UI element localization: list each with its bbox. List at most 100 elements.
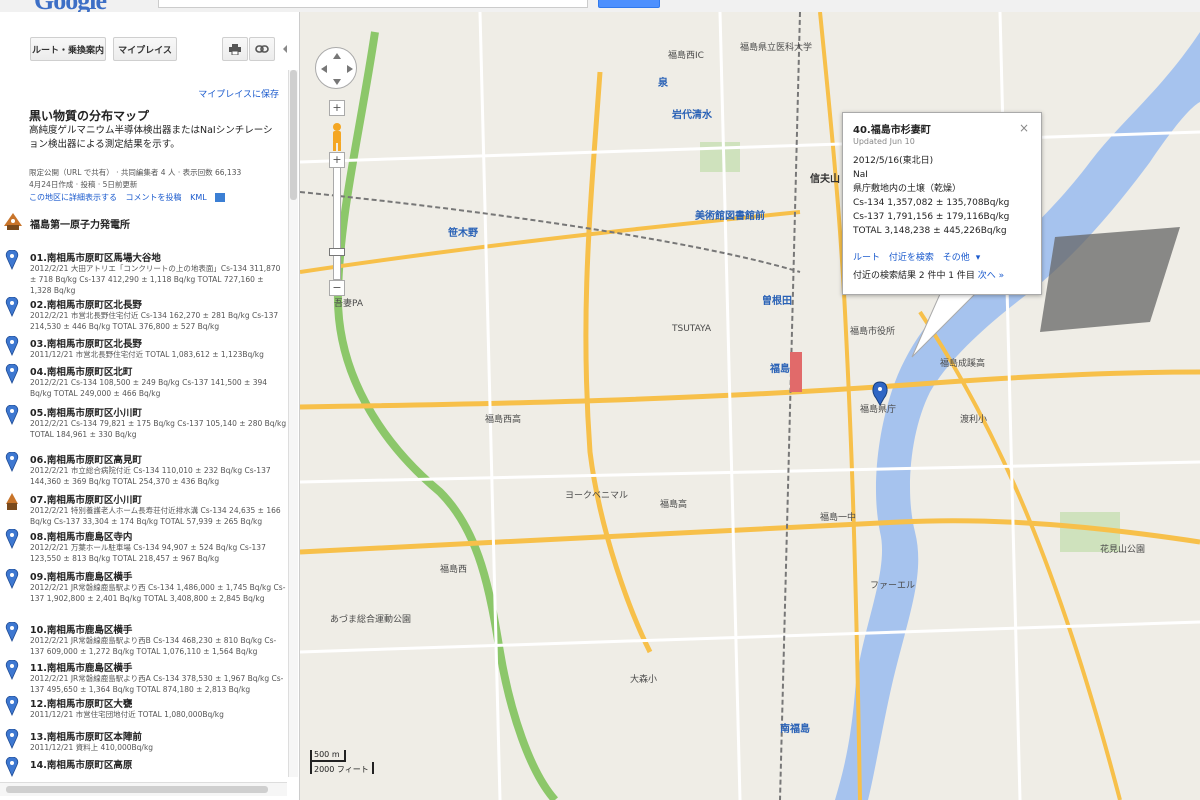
place-description: 2012/2/21 特別養護老人ホーム長寿荘付近排水溝 Cs-134 24,63… <box>30 506 281 526</box>
map-label: 渡利小 <box>960 415 988 425</box>
map-pin-icon <box>5 529 19 549</box>
collapse-sidebar-icon[interactable] <box>283 44 287 54</box>
map-label: ヨークベニマル <box>565 491 629 501</box>
place-title[interactable]: 01.南相馬市原町区馬場大谷地 <box>30 250 161 264</box>
power-plant-icon <box>4 213 22 230</box>
search-button[interactable] <box>598 0 660 8</box>
sidebar-horizontal-scrollbar[interactable] <box>0 782 287 796</box>
place-title[interactable]: 11.南相馬市鹿島区横手 <box>30 660 132 674</box>
place-title[interactable]: 07.南相馬市原町区小川町 <box>30 492 142 506</box>
close-icon[interactable]: × <box>1019 121 1029 135</box>
map-base <box>300 12 1200 800</box>
route-button[interactable]: ルート・乗換案内 <box>30 37 106 61</box>
print-button[interactable] <box>222 37 248 61</box>
list-item[interactable]: 05.南相馬市原町区小川町 2012/2/21 Cs-134 79,821 ± 1… <box>0 405 287 445</box>
place-title[interactable]: 06.南相馬市原町区高見町 <box>30 452 142 466</box>
infowindow-line: 2012/5/16(東北日) <box>853 156 934 166</box>
list-item[interactable]: 07.南相馬市原町区小川町 2012/2/21 特別養護老人ホーム長寿荘付近排水溝… <box>0 492 287 532</box>
pan-arrows-icon <box>321 53 353 85</box>
map-pin-icon <box>5 297 19 317</box>
list-item[interactable]: 02.南相馬市原町区北長野 2012/2/21 市営北長野住宅付近 Cs-134 … <box>0 297 287 337</box>
map-pin-icon <box>5 660 19 680</box>
map-pin-icon <box>5 569 19 589</box>
pan-control[interactable] <box>315 47 357 89</box>
list-item[interactable]: 14.南相馬市原町区高原 <box>0 757 287 777</box>
list-item[interactable]: 11.南相馬市鹿島区横手 2012/2/21 JR常磐線鹿島駅より西A Cs-13… <box>0 660 287 700</box>
road <box>918 310 1122 800</box>
map-label: 信夫山 <box>810 174 840 185</box>
map-pin-icon <box>5 696 19 716</box>
plant-list-item[interactable]: 福島第一原子力発電所 <box>0 212 287 236</box>
pegman-icon[interactable] <box>330 122 344 152</box>
zoom-in-small-button[interactable]: + <box>329 152 345 168</box>
sidebar-vertical-scrollbar[interactable] <box>288 70 298 777</box>
search-input[interactable] <box>158 0 588 8</box>
map-description: 高純度ゲルマニウム半導体検出器またはNaIシンチレーション検出器による測定結果を… <box>29 125 273 150</box>
place-description: 2012/2/21 Cs-134 79,821 ± 175 Bq/kg Cs-1… <box>30 419 287 439</box>
list-item[interactable]: 01.南相馬市原町区馬場大谷地 2012/2/21 大田アトリエ「コンクリートの上… <box>0 250 287 295</box>
horizontal-scrollbar-thumb[interactable] <box>6 786 268 793</box>
map-label: TSUTAYA <box>672 324 712 334</box>
kml-link[interactable]: KML <box>190 193 207 202</box>
map-pin-icon <box>5 729 19 749</box>
list-item[interactable]: 09.南相馬市鹿島区横手 2012/2/21 JR常磐線鹿島駅より西 Cs-134… <box>0 569 287 609</box>
map-pin-icon <box>5 364 19 384</box>
nearby-search-link[interactable]: 付近を検索 <box>889 253 934 263</box>
map-label: 福島 <box>770 364 790 375</box>
list-item[interactable]: 08.南相馬市鹿島区寺内 2012/2/21 万葉ホール駐車場 Cs-134 94… <box>0 529 287 569</box>
place-title[interactable]: 03.南相馬市原町区北長野 <box>30 336 142 350</box>
zoom-in-button[interactable]: + <box>329 100 345 116</box>
google-logo[interactable]: Google <box>34 0 107 12</box>
sidebar: ルート・乗換案内 マイプレイス マイプレイスに保存 黒い物質の分布マップ 高純度… <box>0 12 300 800</box>
infowindow-updated: Updated Jun 10 <box>853 137 915 146</box>
road <box>583 71 653 654</box>
place-title[interactable]: 13.南相馬市原町区本陣前 <box>30 729 142 743</box>
next-result-link[interactable]: 次へ » <box>978 271 1004 281</box>
place-title[interactable]: 10.南相馬市鹿島区横手 <box>30 622 132 636</box>
map-label: 吾妻PA <box>334 299 364 309</box>
meta-links: この地区に詳細表示する コメントを投稿 KML <box>29 192 231 203</box>
link-button[interactable] <box>249 37 275 61</box>
more-link[interactable]: その他 <box>943 253 970 263</box>
meta-line-2: 4月24日作成 · 投稿 · 5日前更新 <box>29 180 138 189</box>
place-title[interactable]: 12.南相馬市原町区大甕 <box>30 696 132 710</box>
zoom-slider-thumb[interactable] <box>329 248 345 256</box>
map-canvas[interactable]: 福島西IC 福島県立医科大学 信夫山 笹木野 泉岩代清水 美術館図書館前 曽根田 福島 南福島 福… <box>300 12 1200 800</box>
save-to-myplaces-link[interactable]: マイプレイスに保存 <box>198 87 279 100</box>
infowindow-line: Cs-134 1,357,082 ± 135,708Bq/kg <box>853 198 1010 208</box>
map-label: あづま総合運動公園 <box>330 615 412 625</box>
map-label: 福島西高 <box>485 415 522 425</box>
map-label: 花見山公園 <box>1100 545 1146 555</box>
comment-link[interactable]: コメントを投稿 <box>126 193 182 202</box>
infowindow-body: 2012/5/16(東北日) NaI 県庁敷地内の土壌（乾燥） Cs-134 1… <box>853 154 1031 238</box>
map-label: 福島西 <box>440 565 468 575</box>
place-title[interactable]: 02.南相馬市原町区北長野 <box>30 297 142 311</box>
map-scale: 500 m 2000 フィート <box>310 750 400 778</box>
infowindow-line: NaI <box>853 170 868 180</box>
zoom-slider-track[interactable] <box>333 162 341 280</box>
plant-label: 福島第一原子力発電所 <box>30 220 130 231</box>
zoom-out-button[interactable]: − <box>329 280 345 296</box>
map-label: ファーエル <box>870 581 916 591</box>
zoom-to-area-link[interactable]: この地区に詳細表示する <box>29 193 117 202</box>
result-count: 付近の検索結果 2 件中 1 件目 <box>853 271 975 281</box>
list-item[interactable]: 04.南相馬市原町区北町 2012/2/21 Cs-134 108,500 ± 2… <box>0 364 287 404</box>
place-title[interactable]: 08.南相馬市鹿島区寺内 <box>30 529 132 543</box>
map-label: 福島県庁 <box>860 405 897 415</box>
place-title[interactable]: 14.南相馬市原町区高原 <box>30 757 132 771</box>
place-title[interactable]: 04.南相馬市原町区北町 <box>30 364 132 378</box>
kml-icon[interactable] <box>215 193 226 202</box>
chevron-down-icon[interactable]: ▾ <box>976 253 981 263</box>
place-title[interactable]: 05.南相馬市原町区小川町 <box>30 405 142 419</box>
scrollbar-thumb[interactable] <box>290 70 297 200</box>
place-title[interactable]: 09.南相馬市鹿島区横手 <box>30 569 132 583</box>
scale-metric-label: 500 m <box>314 750 340 759</box>
list-item[interactable]: 10.南相馬市鹿島区横手 2012/2/21 JR常磐線鹿島駅より西B Cs-13… <box>0 622 287 662</box>
list-item[interactable]: 06.南相馬市原町区高見町 2012/2/21 市立総合病院付近 Cs-134 1… <box>0 452 287 492</box>
road <box>300 130 1200 164</box>
myplaces-button[interactable]: マイプレイス <box>113 37 177 61</box>
sidebar-content: ルート・乗換案内 マイプレイス マイプレイスに保存 黒い物質の分布マップ 高純度… <box>0 12 287 777</box>
place-description: 2012/2/21 市立総合病院付近 Cs-134 110,010 ± 232 … <box>30 466 271 486</box>
route-link[interactable]: ルート <box>853 253 880 263</box>
map-label: 福島西IC <box>668 51 704 61</box>
